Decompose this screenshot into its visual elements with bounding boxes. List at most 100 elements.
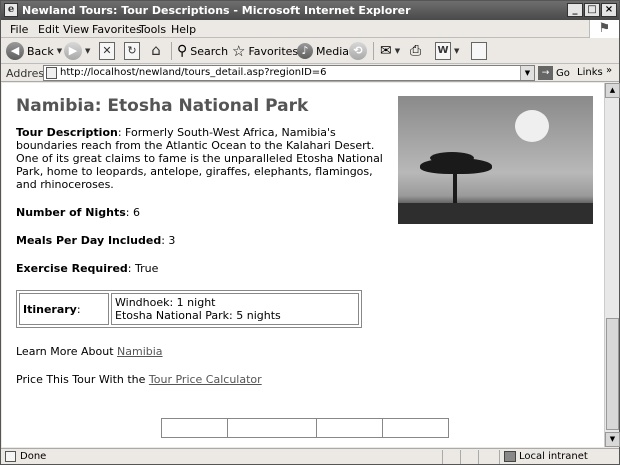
itinerary-table: Itinerary: Windhoek: 1 night Etosha Nati… [16,290,362,328]
intranet-zone-icon [504,451,516,462]
toolbar-separator [171,42,172,60]
media-label: Media [316,44,350,58]
mail-dropdown-icon[interactable]: ▼ [395,47,400,55]
minimize-button[interactable]: _ [567,3,583,17]
menu-edit[interactable]: Edit [38,23,59,36]
footer-cell [162,419,228,437]
page-icon [46,67,57,79]
word-edit-icon: W [435,42,451,60]
footer-nav-table [161,418,449,438]
scroll-down-icon[interactable]: ▼ [605,432,620,447]
page-done-icon [5,451,16,462]
back-arrow-icon: ◀ [6,42,24,60]
meals-label: Meals Per Day Included [16,234,162,247]
mail-button[interactable]: ✉ ▼ [380,40,400,62]
learn-more-row: Learn More About Namibia [16,345,396,358]
status-panel [442,450,443,464]
media-icon: ♪ [297,43,313,59]
description-label: Tour Description [16,126,118,139]
menu-bar: File Edit View Favorites Tools Help ⚑ [1,20,619,38]
menu-favorites[interactable]: Favorites [92,23,142,36]
favorites-button[interactable]: ☆ Favorites [232,40,298,62]
stop-button[interactable]: ✕ [99,40,115,62]
status-panel [460,450,461,464]
address-dropdown-icon[interactable]: ▼ [520,66,534,80]
status-text: Done [20,451,47,462]
nights-row: Number of Nights: 6 [16,206,396,219]
tree-shape [453,166,457,206]
itinerary-label: Itinerary [23,302,77,316]
footer-cell [228,419,317,437]
history-icon: ⟲ [349,42,367,60]
exercise-value: : True [127,262,159,275]
exercise-row: Exercise Required: True [16,262,396,275]
ie-logo-icon: e [4,3,18,17]
price-text: Price This Tour With the [16,373,149,386]
address-url[interactable]: http://localhost/newland/tours_detail.as… [60,67,327,78]
menu-tools[interactable]: Tools [139,23,166,36]
scroll-up-icon[interactable]: ▲ [605,83,620,98]
back-button[interactable]: ◀ Back ▼ [6,40,62,62]
chevron-right-icon[interactable]: » [606,65,612,76]
address-bar: Address http://localhost/newland/tours_d… [1,64,619,82]
windows-flag-icon: ⚑ [589,20,619,38]
meals-row: Meals Per Day Included: 3 [16,234,396,247]
page-viewport: Namibia: Etosha National Park Tour Descr… [2,83,604,447]
mail-icon: ✉ [380,43,392,59]
print-icon: ⎙ [410,43,422,59]
namibia-sunset-photo [398,96,593,224]
go-arrow-icon: → [538,66,553,80]
itinerary-label-cell: Itinerary: [19,293,109,325]
home-icon: ⌂ [151,41,161,59]
nights-value: : 6 [125,206,140,219]
search-label: Search [190,44,229,58]
learn-more-text: Learn More About [16,345,118,358]
title-bar: e Newland Tours: Tour Descriptions - Mic… [1,1,619,20]
go-label: Go [556,67,570,79]
back-dropdown-icon[interactable]: ▼ [57,47,62,55]
print-button[interactable]: ⎙ [410,40,421,62]
sun-shape [515,110,549,142]
menu-view[interactable]: View [63,23,89,36]
go-button[interactable]: → Go [538,65,570,81]
menu-file[interactable]: File [10,23,28,36]
refresh-button[interactable]: ↻ [124,40,140,62]
footer-cell [383,419,448,437]
forward-dropdown-icon[interactable]: ▼ [85,47,90,55]
nights-label: Number of Nights [16,206,126,219]
namibia-link[interactable]: Namibia [117,345,163,358]
links-button[interactable]: Links [577,67,603,78]
price-row: Price This Tour With the Tour Price Calc… [16,373,396,386]
itinerary-item: Windhoek: 1 night [115,296,216,309]
back-label: Back [27,44,54,58]
edit-button[interactable]: W ▼ [435,40,459,62]
window-title: Newland Tours: Tour Descriptions - Micro… [22,4,411,17]
ground-shape [398,203,593,224]
window-controls: _ □ × [567,3,617,17]
menu-help[interactable]: Help [171,23,196,36]
history-button[interactable]: ⟲ [349,40,367,62]
close-button[interactable]: × [601,3,617,17]
maximize-button[interactable]: □ [584,3,600,17]
standard-toolbar: ◀ Back ▼ ▶ ▼ ✕ ↻ ⌂ ⚲ Search ☆ Favorites … [1,38,619,64]
scroll-thumb[interactable] [606,318,619,430]
forward-button[interactable]: ▶ ▼ [64,40,90,62]
vertical-scrollbar[interactable]: ▲ ▼ [604,83,620,447]
tour-price-calculator-link[interactable]: Tour Price Calculator [149,373,262,386]
search-button[interactable]: ⚲ Search [177,40,228,62]
footer-cell [317,419,383,437]
favorites-star-icon: ☆ [232,42,246,60]
home-button[interactable]: ⌂ [148,40,164,62]
itinerary-item: Etosha National Park: 5 nights [115,309,281,322]
forward-arrow-icon: ▶ [64,42,82,60]
address-input[interactable]: http://localhost/newland/tours_detail.as… [43,65,535,81]
status-panel [478,450,479,464]
itinerary-colon: : [76,302,81,316]
discuss-icon [471,42,487,60]
status-bar: Done Local intranet [1,448,619,464]
page-title: Namibia: Etosha National Park [16,96,309,116]
media-button[interactable]: ♪ Media [297,40,349,62]
discuss-button[interactable] [471,40,487,62]
edit-dropdown-icon[interactable]: ▼ [454,47,459,55]
page-content: Namibia: Etosha National Park Tour Descr… [16,96,396,401]
